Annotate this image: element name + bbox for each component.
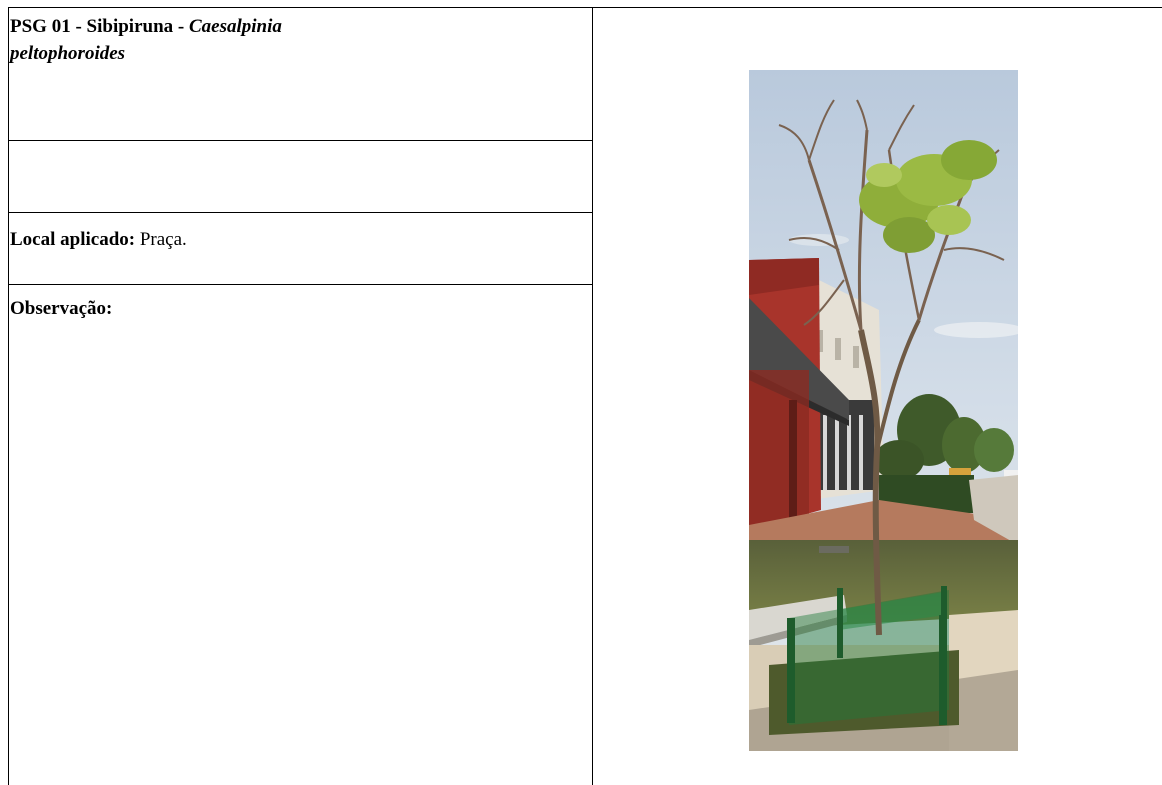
local-aplicado-value: Praça. xyxy=(135,229,187,250)
observacao-row: Observação: xyxy=(10,295,580,322)
scientific-name-genus: Caesalpinia xyxy=(188,16,282,37)
row-divider-3 xyxy=(8,284,593,285)
scientific-name-epithet: peltophoroides xyxy=(10,43,126,64)
local-aplicado-label: Local aplicado: xyxy=(10,229,136,250)
local-aplicado-row: Local aplicado: Praça. xyxy=(10,226,580,253)
document-page: PSG 01 - Sibipiruna - Caesalpinia peltop… xyxy=(0,0,1162,785)
row-divider-1 xyxy=(8,140,593,141)
table-top-border xyxy=(8,7,1162,8)
observacao-label: Observação: xyxy=(10,298,113,319)
species-code-common-name: PSG 01 - Sibipiruna - xyxy=(10,16,189,37)
table-left-border xyxy=(8,7,9,785)
row-divider-2 xyxy=(8,212,593,213)
tree-photo xyxy=(749,70,1018,751)
table-middle-border xyxy=(592,7,593,785)
species-title: PSG 01 - Sibipiruna - Caesalpinia peltop… xyxy=(10,13,580,67)
